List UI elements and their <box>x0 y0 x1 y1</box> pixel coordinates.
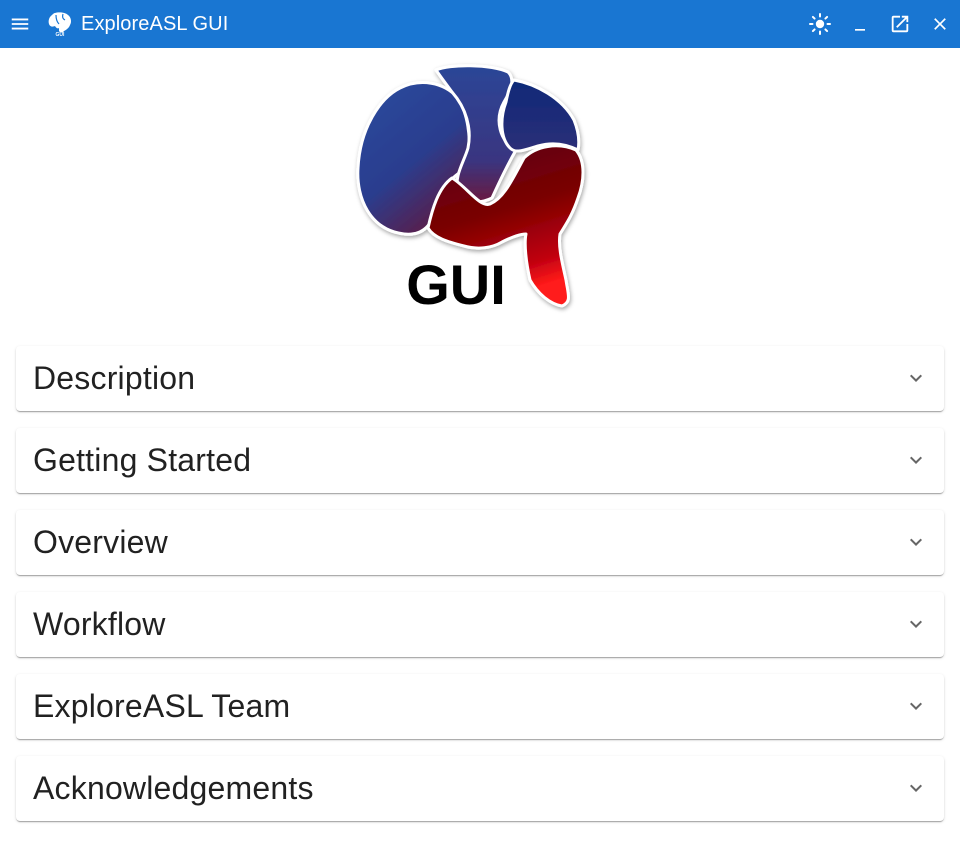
chevron-down-icon <box>910 374 922 382</box>
close-icon <box>934 18 946 30</box>
minimize-icon <box>855 29 865 31</box>
chevron-down-icon <box>910 784 922 792</box>
panel-acknowledgements[interactable]: Acknowledgements <box>16 756 944 821</box>
menu-button[interactable] <box>0 0 40 48</box>
chevron-down-icon <box>910 620 922 628</box>
popout-button[interactable] <box>880 0 920 48</box>
brain-icon: GUI <box>48 12 72 37</box>
open-in-new-icon <box>891 15 909 33</box>
close-button[interactable] <box>920 0 960 48</box>
minimize-button[interactable] <box>840 0 880 48</box>
logo-text: GUI <box>406 253 506 316</box>
panel-workflow[interactable]: Workflow <box>16 592 944 657</box>
menu-icon <box>11 18 29 30</box>
exploreasl-gui-logo: GUI <box>340 58 620 318</box>
app-title: ExploreASL GUI <box>81 13 229 35</box>
panel-description[interactable]: Description <box>16 346 944 411</box>
panel-getting-started[interactable]: Getting Started <box>16 428 944 493</box>
brightness-icon <box>809 13 831 35</box>
panel-label: Getting Started <box>33 442 252 478</box>
theme-toggle-button[interactable] <box>800 0 840 48</box>
panel-label: Overview <box>33 524 168 560</box>
panel-label: ExploreASL Team <box>33 688 291 724</box>
panel-exploreasl-team[interactable]: ExploreASL Team <box>16 674 944 739</box>
panel-label: Workflow <box>33 606 166 642</box>
chevron-down-icon <box>910 538 922 546</box>
chevron-down-icon <box>910 702 922 710</box>
chevron-down-icon <box>910 456 922 464</box>
panel-label: Description <box>33 360 196 396</box>
brain-logo-icon: GUI <box>356 64 585 316</box>
svg-text:GUI: GUI <box>56 32 66 37</box>
panel-label: Acknowledgements <box>33 770 314 806</box>
title-bar: GUI ExploreASL GUI <box>0 0 960 48</box>
panel-overview[interactable]: Overview <box>16 510 944 575</box>
